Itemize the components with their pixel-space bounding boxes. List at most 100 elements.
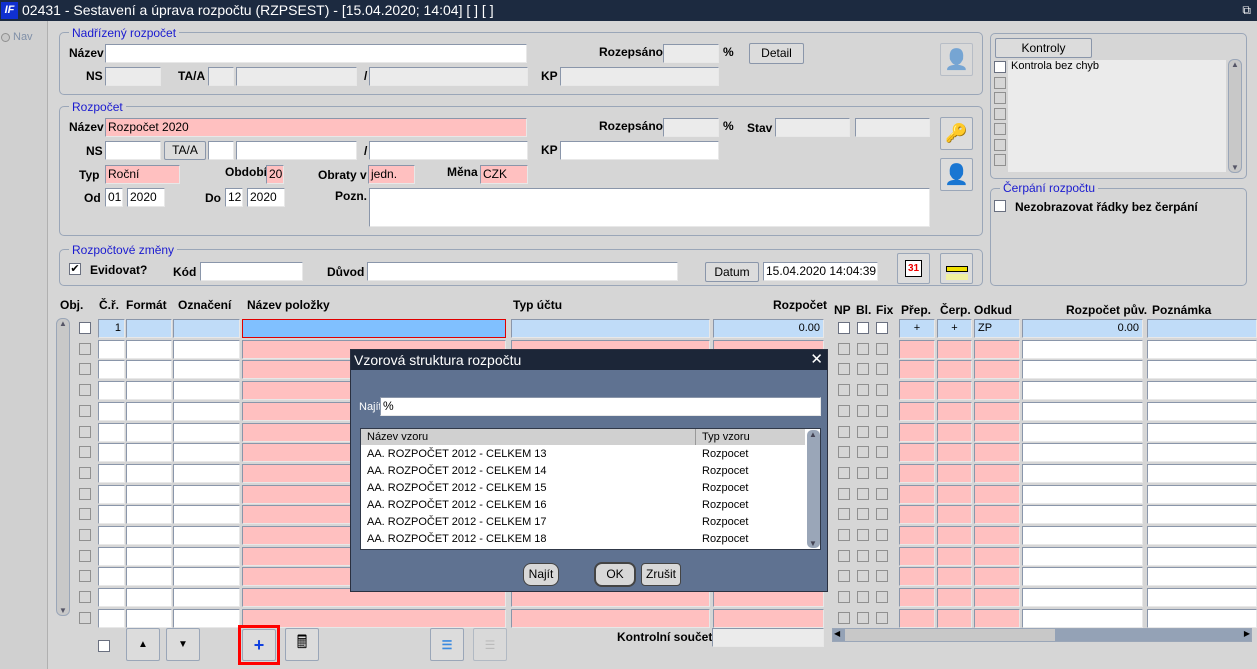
row-fix-checkbox[interactable] — [876, 591, 888, 604]
row-prep-cell[interactable] — [899, 381, 935, 401]
row-cerp-cell[interactable] — [937, 546, 972, 566]
scroll-right-icon[interactable]: ▶ — [1244, 629, 1250, 638]
row-bl-checkbox[interactable] — [857, 363, 869, 376]
row-cerp-cell[interactable] — [937, 463, 972, 483]
row-cerp-cell[interactable] — [937, 567, 972, 587]
check-item-checkbox[interactable] — [994, 138, 1006, 151]
row-rozpocet-puv-cell[interactable] — [1022, 588, 1143, 608]
row-cr-cell[interactable] — [98, 443, 125, 463]
od-year-field[interactable]: 2020 — [127, 188, 165, 207]
check-item-checkbox[interactable] — [994, 107, 1006, 120]
budget-a-field[interactable] — [369, 141, 528, 160]
row-rozpocet-puv-cell[interactable] — [1022, 567, 1143, 587]
row-cerp-cell[interactable] — [937, 526, 972, 545]
row-bl-checkbox[interactable] — [857, 466, 869, 479]
row-prep-cell[interactable] — [899, 567, 935, 587]
row-odkud-cell[interactable] — [974, 401, 1020, 421]
check-item-checkbox[interactable] — [994, 61, 1006, 73]
row-fix-checkbox[interactable] — [876, 363, 888, 376]
scroll-down-icon[interactable]: ▼ — [1231, 163, 1239, 172]
person-icon[interactable]: 👤 — [940, 158, 973, 191]
row-np-checkbox[interactable] — [838, 363, 850, 376]
row-rozpocet-cell[interactable] — [713, 608, 824, 628]
row-oznaceni-cell[interactable] — [173, 381, 240, 401]
od-month-field[interactable]: 01 — [105, 188, 123, 207]
check-item-checkbox[interactable] — [994, 92, 1006, 104]
row-cr-cell[interactable] — [98, 360, 125, 380]
row-cr-cell[interactable] — [98, 381, 125, 401]
row-fix-checkbox[interactable] — [876, 487, 888, 500]
calculator-button[interactable]: 🖩 — [285, 628, 319, 661]
row-fix-checkbox[interactable] — [876, 466, 888, 479]
row-obj-checkbox[interactable] — [79, 384, 91, 397]
row-cerp-cell[interactable] — [937, 360, 972, 380]
key-icon[interactable]: 🔑 — [940, 117, 973, 150]
row-rozpocet-puv-cell[interactable] — [1022, 526, 1143, 545]
row-rozpocet-puv-cell[interactable] — [1022, 422, 1143, 442]
row-obj-checkbox[interactable] — [79, 529, 91, 541]
row-oznaceni-cell[interactable] — [173, 463, 240, 483]
row-bl-checkbox[interactable] — [857, 425, 869, 438]
cancel-button[interactable]: Zrušit — [641, 563, 681, 586]
row-poznamka-cell[interactable] — [1147, 360, 1257, 380]
row-np-checkbox[interactable] — [838, 611, 850, 624]
row-obj-checkbox[interactable] — [79, 363, 91, 376]
row-nazev-cell[interactable] — [242, 319, 506, 338]
row-poznamka-cell[interactable] — [1147, 401, 1257, 421]
row-obj-checkbox[interactable] — [79, 549, 91, 562]
row-prep-cell[interactable] — [899, 463, 935, 483]
row-bl-checkbox[interactable] — [857, 322, 869, 334]
list-item[interactable]: AA. ROZPOČET 2012 - CELKEM 18 Rozpocet — [361, 531, 805, 548]
row-np-checkbox[interactable] — [838, 549, 850, 562]
row-cerp-cell[interactable] — [937, 422, 972, 442]
row-fix-checkbox[interactable] — [876, 446, 888, 459]
typ-field[interactable]: Roční — [105, 165, 180, 184]
row-poznamka-cell[interactable] — [1147, 339, 1257, 359]
horizontal-scrollbar[interactable]: ◀ ▶ — [832, 628, 1252, 642]
row-cr-cell[interactable] — [98, 484, 125, 504]
row-rozpocet-puv-cell[interactable] — [1022, 484, 1143, 504]
row-fix-checkbox[interactable] — [876, 342, 888, 355]
row-cerp-cell[interactable] — [937, 505, 972, 525]
row-poznamka-cell[interactable] — [1147, 484, 1257, 504]
row-typ-uctu-cell[interactable] — [511, 319, 710, 338]
row-np-checkbox[interactable] — [838, 508, 850, 521]
scroll-left-icon[interactable]: ◀ — [834, 629, 840, 638]
row-rozpocet-puv-cell[interactable] — [1022, 505, 1143, 525]
row-format-cell[interactable] — [126, 505, 172, 525]
najit-field[interactable]: % — [380, 397, 821, 416]
row-prep-cell[interactable] — [899, 360, 935, 380]
row-obj-checkbox[interactable] — [79, 570, 91, 583]
row-np-checkbox[interactable] — [838, 322, 850, 334]
row-oznaceni-cell[interactable] — [173, 505, 240, 525]
row-bl-checkbox[interactable] — [857, 487, 869, 500]
taa-button[interactable]: TA/A — [164, 141, 206, 160]
dialog-najit-button[interactable]: Najít — [523, 563, 559, 586]
budget-ns-field[interactable] — [105, 141, 161, 160]
datum-field[interactable]: 15.04.2020 14:04:39 — [763, 262, 878, 281]
row-bl-checkbox[interactable] — [857, 591, 869, 604]
row-typ-uctu-cell[interactable] — [511, 608, 710, 628]
row-cerp-cell[interactable] — [937, 401, 972, 421]
row-poznamka-cell[interactable] — [1147, 588, 1257, 608]
budget-ta-name-field[interactable] — [236, 141, 357, 160]
row-odkud-cell[interactable] — [974, 381, 1020, 401]
row-format-cell[interactable] — [126, 567, 172, 587]
row-odkud-cell[interactable] — [974, 526, 1020, 545]
budget-kp-field[interactable] — [560, 141, 719, 160]
row-bl-checkbox[interactable] — [857, 570, 869, 583]
detail-button[interactable]: Detail — [749, 43, 804, 64]
row-odkud-cell[interactable] — [974, 360, 1020, 380]
row-obj-checkbox[interactable] — [79, 508, 91, 521]
row-cr-cell[interactable] — [98, 339, 125, 359]
row-rozpocet-puv-cell[interactable] — [1022, 339, 1143, 359]
row-fix-checkbox[interactable] — [876, 611, 888, 624]
row-poznamka-cell[interactable] — [1147, 422, 1257, 442]
obdobi-field[interactable]: 20 — [266, 165, 284, 184]
row-rozpocet-puv-cell[interactable] — [1022, 443, 1143, 463]
row-odkud-cell[interactable] — [974, 608, 1020, 628]
row-poznamka-cell[interactable] — [1147, 381, 1257, 401]
row-oznaceni-cell[interactable] — [173, 360, 240, 380]
row-prep-cell[interactable] — [899, 546, 935, 566]
col-nazev-vzoru[interactable]: Název vzoru — [367, 429, 428, 445]
